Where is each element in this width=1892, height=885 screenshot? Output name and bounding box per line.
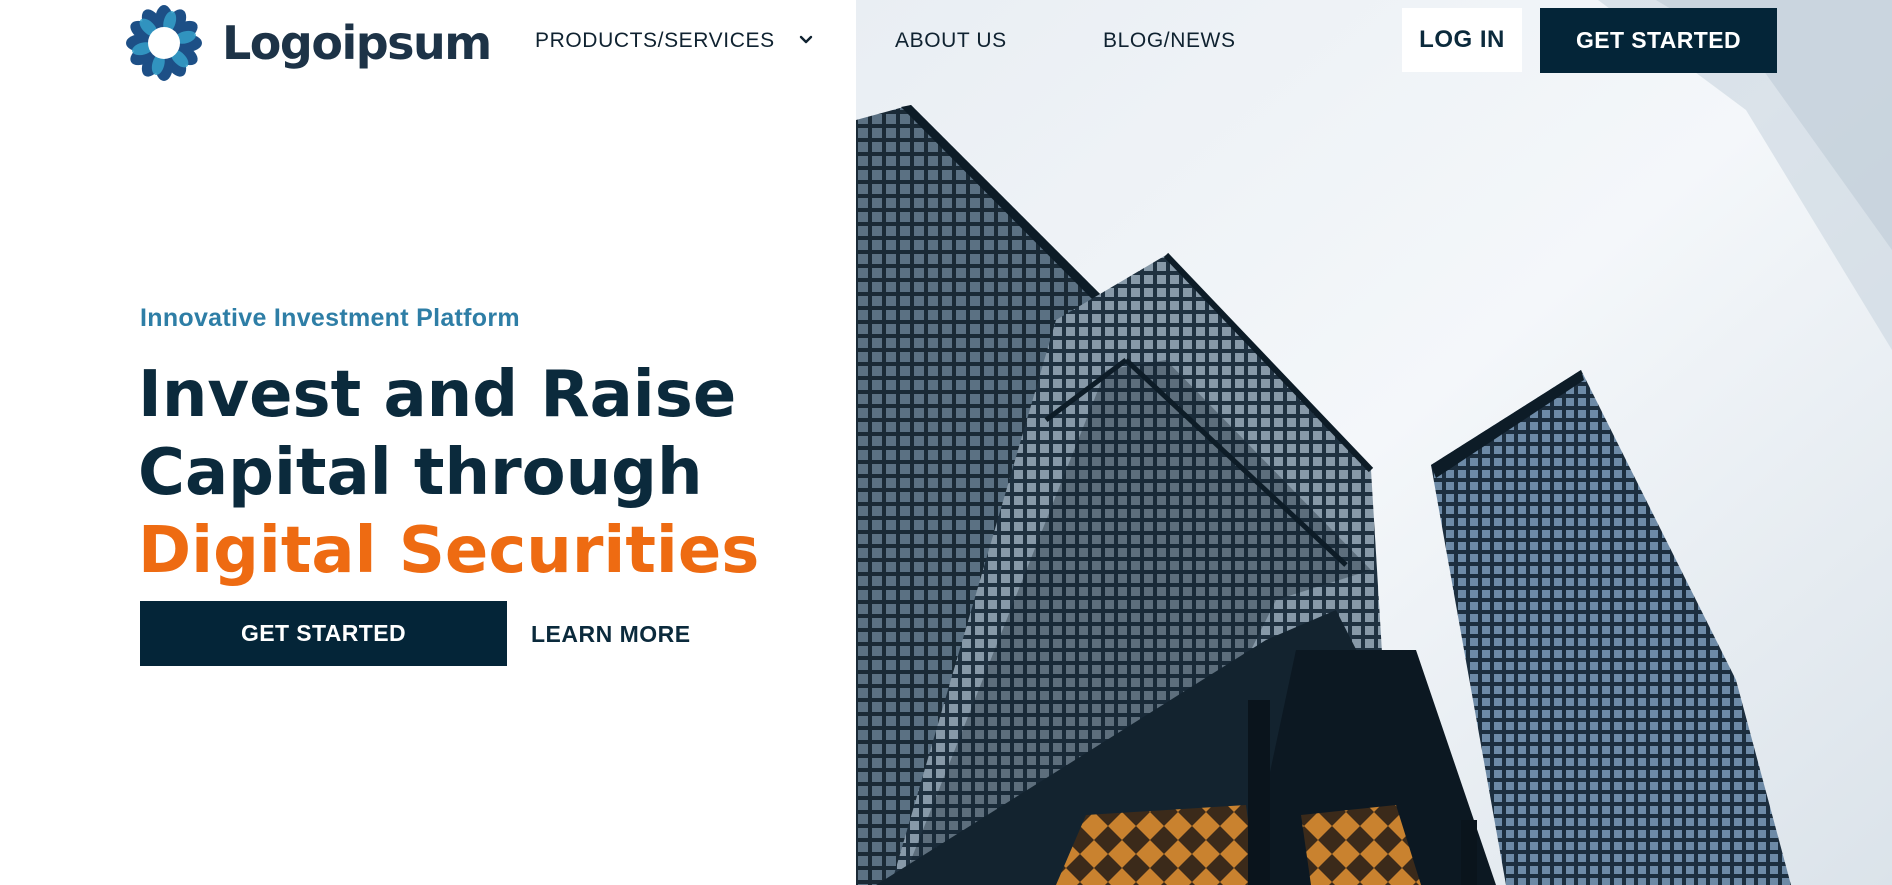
nav-blog-news[interactable]: BLOG/NEWS	[1103, 28, 1236, 54]
nav-products-services[interactable]: PRODUCTS/SERVICES	[535, 28, 815, 54]
hero-eyebrow: Innovative Investment Platform	[140, 304, 520, 332]
hero-headline-line-2: Capital through	[138, 436, 703, 510]
hero-get-started-button[interactable]: GET STARTED	[140, 601, 507, 666]
header-get-started-button[interactable]: GET STARTED	[1540, 8, 1777, 73]
learn-more-link[interactable]: LEARN MORE	[531, 620, 691, 648]
logo-mark-icon	[126, 5, 202, 81]
nav-products-services-label: PRODUCTS/SERVICES	[535, 29, 775, 52]
hero-headline-line-1: Invest and Raise	[138, 358, 737, 432]
logo-text: Logoipsum	[222, 16, 492, 70]
site-header: Logoipsum PRODUCTS/SERVICES ABOUT US BLO…	[0, 0, 1892, 86]
logo[interactable]: Logoipsum	[124, 4, 492, 82]
nav-about-us[interactable]: ABOUT US	[895, 28, 1007, 54]
hero-headline-accent: Digital Securities	[138, 514, 760, 588]
login-button[interactable]: LOG IN	[1402, 8, 1522, 72]
chevron-down-icon	[799, 35, 813, 44]
hero-image-skyscrapers	[856, 0, 1892, 885]
hero-headline: Invest and Raise Capital through Digital…	[138, 356, 759, 590]
